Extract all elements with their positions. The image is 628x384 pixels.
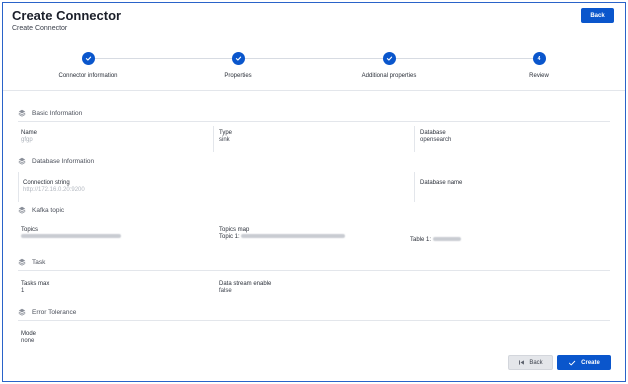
check-icon [382, 52, 396, 65]
create-button-label: Create [581, 359, 600, 366]
section-title: Task [32, 258, 46, 266]
step-additional-properties[interactable]: Additional properties [329, 52, 449, 79]
create-button[interactable]: Create [557, 355, 611, 370]
section-heading: Error Tolerance [18, 308, 610, 316]
field-value: none [21, 338, 35, 344]
field-label: Data stream enable [219, 281, 272, 287]
section-heading: Database Information [18, 157, 610, 165]
section-title: Kafka topic [32, 206, 65, 214]
field-label: Type [219, 130, 233, 136]
section-heading: Task [18, 258, 610, 266]
table-prefix: Table 1: [410, 237, 432, 243]
field-database-name: Database name [420, 180, 462, 186]
field-table-map: Table 1: [410, 236, 461, 243]
field-database: Database opensearch [420, 130, 451, 143]
field-label: Topics map [219, 227, 250, 233]
column-divider [414, 172, 415, 202]
step-label: Connector information [58, 73, 118, 79]
field-mode: Mode none [21, 331, 36, 344]
section-kafka-topic: Kafka topic [18, 206, 610, 214]
redacted-value [241, 234, 346, 239]
layers-icon [18, 258, 26, 266]
redacted-value [21, 234, 121, 239]
field-label: Connection string [23, 180, 70, 186]
step-label: Properties [224, 73, 252, 79]
step-properties[interactable]: Properties [178, 52, 298, 79]
field-tasks-max: Tasks max 1 [21, 281, 49, 294]
section-heading: Kafka topic [18, 206, 610, 214]
step-number-badge: 4 [532, 52, 546, 65]
divider [3, 90, 625, 91]
field-value [21, 234, 121, 240]
back-button-top[interactable]: Back [581, 8, 614, 23]
step-label: Additional properties [361, 73, 417, 79]
column-divider [414, 126, 415, 152]
field-value: Table 1: [410, 237, 461, 243]
check-icon [81, 52, 95, 65]
page-title: Create Connector [12, 8, 122, 23]
divider [18, 270, 610, 271]
field-label: Name [21, 130, 38, 136]
check-icon [231, 52, 245, 65]
section-basic-information: Basic Information [18, 109, 610, 117]
layers-icon [18, 206, 26, 214]
field-data-stream-enable: Data stream enable false [219, 281, 271, 294]
check-icon [569, 360, 576, 365]
divider [18, 320, 610, 321]
field-label: Mode [21, 331, 37, 337]
page-subtitle: Create Connector [12, 25, 68, 32]
field-value: Topic 1: [219, 234, 346, 240]
field-topics-map: Topics map Topic 1: [219, 227, 346, 240]
field-value: http://172.16.0.20:9200 [23, 187, 85, 193]
field-label: Database [420, 130, 446, 136]
field-name: Name gfgp [21, 130, 37, 143]
section-heading: Basic Information [18, 109, 610, 117]
section-task: Task [18, 258, 610, 266]
field-label: Tasks max [21, 281, 50, 287]
section-title: Error Tolerance [32, 308, 77, 316]
field-value: sink [219, 137, 230, 143]
column-divider [18, 172, 19, 202]
field-connection-string: Connection string http://172.16.0.20:920… [23, 180, 85, 193]
layers-icon [18, 109, 26, 117]
section-error-tolerance: Error Tolerance [18, 308, 610, 316]
topic-prefix: Topic 1: [219, 234, 240, 240]
stepper-track [88, 58, 539, 59]
step-review[interactable]: 4 Review [479, 52, 599, 79]
layers-icon [18, 157, 26, 165]
step-connector-information[interactable]: Connector information [28, 52, 148, 79]
field-value: gfgp [21, 137, 33, 143]
section-title: Basic Information [32, 109, 83, 117]
layers-icon [18, 308, 26, 316]
column-divider [213, 126, 214, 152]
divider [18, 121, 610, 122]
back-button[interactable]: Back [508, 355, 553, 370]
step-label: Review [529, 73, 549, 79]
field-value: false [219, 288, 232, 294]
field-topics: Topics [21, 227, 121, 240]
skip-back-icon [519, 360, 525, 365]
back-button-label: Back [529, 359, 543, 366]
field-label: Database name [420, 180, 463, 186]
field-label: Topics [21, 227, 39, 233]
redacted-value [432, 237, 461, 242]
field-value: opensearch [420, 137, 452, 143]
section-title: Database Information [32, 157, 95, 165]
field-value: 1 [21, 288, 25, 294]
section-database-information: Database Information [18, 157, 610, 165]
wizard-stepper: Connector information Properties Additio… [0, 48, 628, 88]
field-type: Type sink [219, 130, 232, 143]
